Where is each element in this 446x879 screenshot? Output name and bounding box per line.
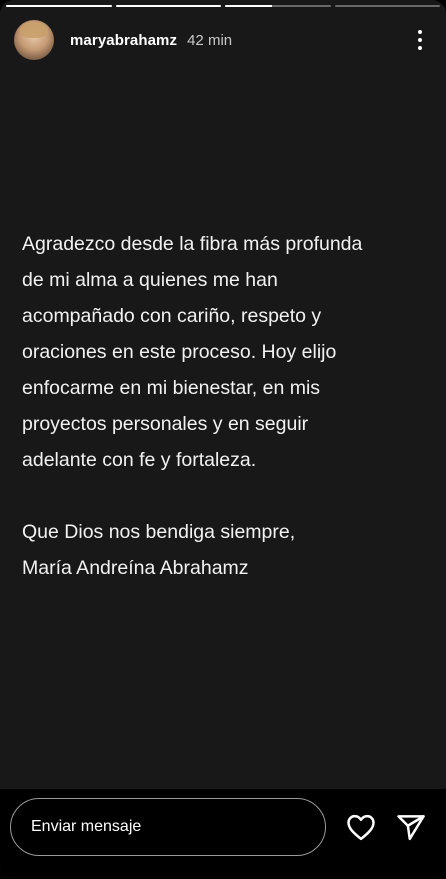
progress-segment: [6, 5, 112, 7]
reply-bar: Enviar mensaje: [0, 789, 446, 879]
message-placeholder: Enviar mensaje: [31, 818, 142, 835]
more-vertical-icon[interactable]: [408, 25, 432, 55]
progress-segment: [225, 5, 331, 7]
story-text: Agradezco desde la fibra más profunda de…: [22, 226, 428, 586]
text-line: enfocarme en mi bienestar, en mis: [22, 377, 321, 399]
text-line: de mi alma a quienes me han: [22, 269, 278, 291]
send-icon[interactable]: [395, 811, 427, 843]
story-viewer: maryabrahamz 42 min Agradezco desde la f…: [0, 0, 446, 879]
closing-line: Que Dios nos bendiga siempre,: [22, 521, 296, 543]
text-line: Agradezco desde la fibra más profunda: [22, 233, 363, 255]
signature-line: María Andreína Abrahamz: [22, 557, 249, 579]
story-progress: [6, 5, 440, 7]
username[interactable]: maryabrahamz: [70, 32, 177, 49]
story-header: maryabrahamz 42 min: [14, 18, 432, 62]
progress-segment: [115, 5, 221, 7]
text-line: oraciones en este proceso. Hoy elijo: [22, 341, 337, 363]
text-line: adelante con fe y fortaleza.: [22, 449, 257, 471]
timestamp: 42 min: [187, 31, 233, 49]
progress-segment: [334, 5, 440, 7]
message-input[interactable]: Enviar mensaje: [10, 798, 326, 856]
text-line: proyectos personales y en seguir: [22, 413, 309, 435]
profile-avatar[interactable]: [14, 20, 54, 60]
heart-icon[interactable]: [345, 811, 377, 843]
text-line: acompañado con cariño, respeto y: [22, 305, 322, 327]
